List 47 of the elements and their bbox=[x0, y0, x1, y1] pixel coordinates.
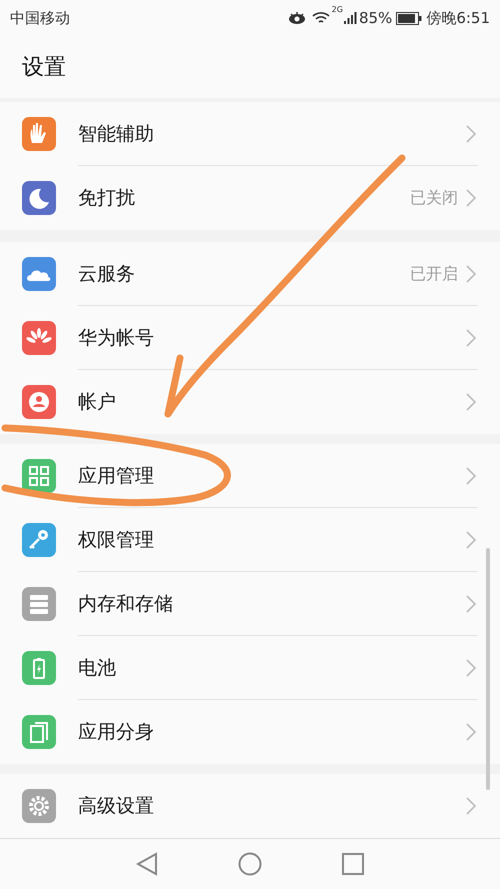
row-label: 应用管理 bbox=[78, 464, 154, 489]
row-label: 智能辅助 bbox=[78, 122, 154, 147]
chevron-right-icon bbox=[466, 467, 476, 485]
chevron-right-icon bbox=[466, 329, 476, 347]
network-type: 2G bbox=[332, 4, 343, 16]
home-icon[interactable] bbox=[238, 852, 262, 876]
row-label: 应用分身 bbox=[78, 720, 154, 745]
settings-row[interactable]: 免打扰 已关闭 bbox=[0, 166, 500, 230]
eye-icon bbox=[288, 11, 306, 25]
signal-icon bbox=[342, 11, 357, 25]
battery-percent: 85% bbox=[358, 8, 392, 29]
wifi-icon bbox=[312, 11, 330, 25]
row-label: 免打扰 bbox=[78, 186, 135, 211]
carrier-name: 中国移动 bbox=[10, 8, 70, 29]
row-label: 华为帐号 bbox=[78, 326, 154, 351]
chevron-right-icon bbox=[466, 393, 476, 411]
chevron-right-icon bbox=[466, 723, 476, 741]
settings-row[interactable]: 智能辅助 bbox=[0, 102, 500, 166]
row-label: 高级设置 bbox=[78, 794, 154, 819]
chevron-right-icon bbox=[466, 797, 476, 815]
chevron-right-icon bbox=[466, 265, 476, 283]
battery-icon bbox=[396, 12, 422, 24]
settings-row[interactable]: 高级设置 bbox=[0, 774, 500, 838]
settings-row[interactable]: 内存和存储 bbox=[0, 572, 500, 636]
settings-row[interactable]: 权限管理 bbox=[0, 508, 500, 572]
back-icon[interactable] bbox=[136, 852, 158, 876]
settings-row[interactable]: 电池 bbox=[0, 636, 500, 700]
settings-row[interactable]: 应用分身 bbox=[0, 700, 500, 764]
row-value: 已关闭 bbox=[410, 187, 458, 209]
page-title: 设置 bbox=[22, 54, 66, 82]
row-label: 电池 bbox=[78, 656, 116, 681]
settings-row[interactable]: 云服务 已开启 bbox=[0, 242, 500, 306]
chevron-right-icon bbox=[466, 125, 476, 143]
chevron-right-icon bbox=[466, 189, 476, 207]
chevron-right-icon bbox=[466, 531, 476, 549]
clock-time: 傍晚6:51 bbox=[426, 8, 490, 29]
settings-row[interactable]: 帐户 bbox=[0, 370, 500, 434]
row-value: 已开启 bbox=[410, 263, 458, 285]
row-label: 帐户 bbox=[78, 390, 116, 415]
row-label: 云服务 bbox=[78, 262, 135, 287]
settings-row[interactable]: 应用管理 bbox=[0, 444, 500, 508]
recents-icon[interactable] bbox=[342, 853, 364, 875]
chevron-right-icon bbox=[466, 595, 476, 613]
row-label: 内存和存储 bbox=[78, 592, 173, 617]
row-label: 权限管理 bbox=[78, 528, 154, 553]
chevron-right-icon bbox=[466, 659, 476, 677]
settings-row[interactable]: 华为帐号 bbox=[0, 306, 500, 370]
